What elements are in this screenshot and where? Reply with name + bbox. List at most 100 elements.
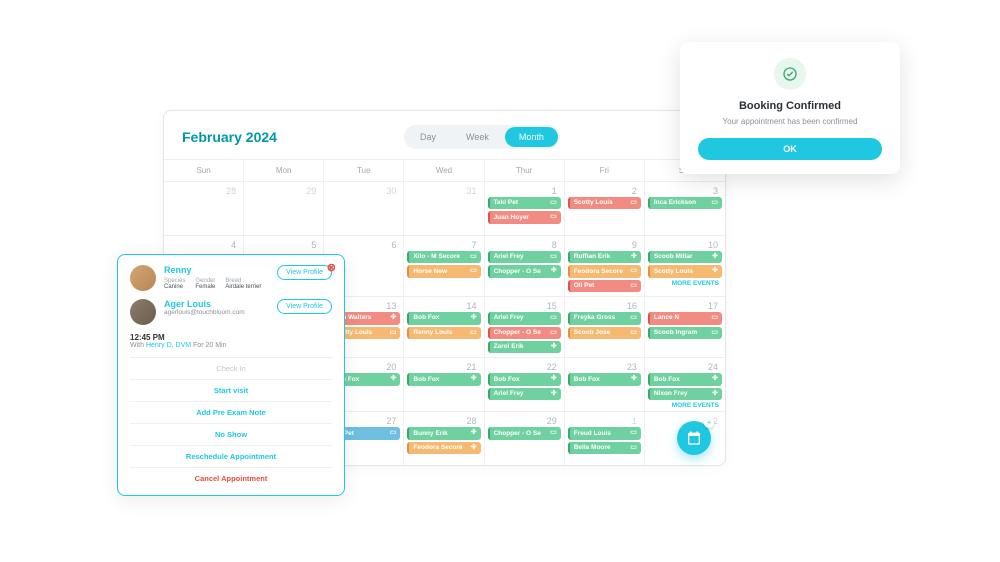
event-chip[interactable]: Chopper - O Se▭ xyxy=(488,327,561,339)
pet-row: Renny SpeciesCanine GenderFemale BreedAi… xyxy=(130,265,332,291)
event-chip[interactable]: Renny Louis▭ xyxy=(407,327,480,339)
event-chip[interactable]: Ariel Frey▭ xyxy=(488,251,561,263)
view-day[interactable]: Day xyxy=(406,127,450,147)
event-chip[interactable]: Scoob Millar✚ xyxy=(648,251,722,263)
day-number: 24 xyxy=(648,360,722,373)
event-chip[interactable]: Nixon Frey✚ xyxy=(648,388,722,400)
event-chip[interactable]: Freud Louis▭ xyxy=(568,427,641,439)
day-number: 31 xyxy=(407,184,480,197)
calendar-cell[interactable]: 1Taki Pet▭ Juan Hoyer▭ xyxy=(485,181,565,235)
day-number: 29 xyxy=(488,414,561,427)
view-month[interactable]: Month xyxy=(505,127,558,147)
day-number: 1 xyxy=(568,414,641,427)
day-number: 6 xyxy=(327,238,400,251)
calendar-cell[interactable]: 17Lance N▭Scoob Ingram▭ xyxy=(645,296,725,357)
day-number: 5 xyxy=(247,238,320,251)
calendar-cell[interactable]: 29Chopper - O Se▭ xyxy=(485,411,565,465)
event-chip[interactable]: Bob Fox✚ xyxy=(488,373,561,385)
ok-button[interactable]: OK xyxy=(698,138,882,160)
calendar-cell[interactable]: 30 xyxy=(324,181,404,235)
event-chip[interactable]: Scoob Jose▭ xyxy=(568,327,641,339)
calendar-cell[interactable]: 9Ruffian Erik✚Feodora Secore▭Oli Pet▭ xyxy=(565,235,645,296)
calendar-cell[interactable]: 15Ariel Frey▭ Chopper - O Se▭ Zarol Erik✚ xyxy=(485,296,565,357)
calendar-cell[interactable]: 16Freyka Gross▭ Scoob Jose▭ xyxy=(565,296,645,357)
event-chip[interactable]: Bob Fox✚ xyxy=(407,312,480,324)
calendar-cell[interactable]: 31 xyxy=(404,181,484,235)
avatar xyxy=(130,265,156,291)
preexam-action[interactable]: Add Pre Exam Note xyxy=(130,402,332,424)
event-chip[interactable]: Scoob Ingram▭ xyxy=(648,327,722,339)
event-chip[interactable]: Taki Pet▭ xyxy=(488,197,561,209)
event-chip[interactable]: Freyka Gross▭ xyxy=(568,312,641,324)
day-number: 4 xyxy=(167,238,240,251)
event-chip[interactable]: Bunny Erik✚ xyxy=(407,427,480,439)
day-number: 23 xyxy=(568,360,641,373)
day-number: 16 xyxy=(568,299,641,312)
checkin-action[interactable]: Check In xyxy=(130,358,332,380)
event-chip[interactable]: Lance N▭ xyxy=(648,312,722,324)
day-number: 1 xyxy=(488,184,561,197)
event-chip[interactable]: Juan Hoyer▭ xyxy=(488,211,561,223)
calendar-cell[interactable]: 7Xilo - M Secore▭ Horse New▭ xyxy=(404,235,484,296)
event-chip[interactable]: Chopper - O Se✚ xyxy=(488,265,561,277)
event-chip[interactable]: Bob Fox✚ xyxy=(407,373,480,385)
day-number: 21 xyxy=(407,360,480,373)
cancel-action[interactable]: Cancel Appointment xyxy=(130,468,332,489)
calendar-cell[interactable]: 2Scotty Louis▭ xyxy=(565,181,645,235)
event-chip[interactable]: Bob Fox✚ xyxy=(568,373,641,385)
calendar-cell[interactable]: 29 xyxy=(244,181,324,235)
view-toggle: Day Week Month xyxy=(404,125,560,149)
calendar-cell[interactable]: 21Bob Fox✚ xyxy=(404,357,484,411)
day-number: 2 xyxy=(568,184,641,197)
day-number: 7 xyxy=(407,238,480,251)
check-icon xyxy=(774,58,806,90)
view-profile-button[interactable]: View Profile xyxy=(277,265,332,280)
event-chip[interactable]: Scotty Louis✚ xyxy=(648,265,722,277)
more-events-link[interactable]: MORE EVENTS xyxy=(648,402,722,409)
day-number: 14 xyxy=(407,299,480,312)
calendar-cell[interactable]: 3Inca Erickson▭ xyxy=(645,181,725,235)
event-chip[interactable]: Zarol Erik✚ xyxy=(488,341,561,353)
weekday: Mon xyxy=(244,160,324,181)
event-chip[interactable]: Ruffian Erik✚ xyxy=(568,251,641,263)
calendar-cell[interactable]: 10Scoob Millar✚ Scotty Louis✚ MORE EVENTS xyxy=(645,235,725,296)
event-chip[interactable]: Oli Pet▭ xyxy=(568,280,641,292)
day-number: 30 xyxy=(327,184,400,197)
noshow-action[interactable]: No Show xyxy=(130,424,332,446)
calendar-cell[interactable]: 22Bob Fox✚ Ariel Frey✚ xyxy=(485,357,565,411)
event-chip[interactable]: Inca Erickson▭ xyxy=(648,197,722,209)
calendar-cell[interactable]: 14Bob Fox✚ Renny Louis▭ xyxy=(404,296,484,357)
calendar-cell[interactable]: 28 xyxy=(164,181,244,235)
calendar-cell[interactable]: 24Bob Fox✚ Nixon Frey✚ MORE EVENTS xyxy=(645,357,725,411)
close-icon[interactable]: ⊗ xyxy=(327,261,336,274)
event-chip[interactable]: Feodora Secore▭ xyxy=(568,265,641,277)
event-chip[interactable]: Bella Moore▭ xyxy=(568,442,641,454)
event-chip[interactable]: Chopper - O Se▭ xyxy=(488,427,561,439)
calendar-cell[interactable]: 8Ariel Frey▭Chopper - O Se✚ xyxy=(485,235,565,296)
event-chip[interactable]: Feodora Secore✚ xyxy=(407,442,480,454)
day-number: 15 xyxy=(488,299,561,312)
event-chip[interactable]: Scotty Louis▭ xyxy=(568,197,641,209)
confirm-modal: Booking Confirmed Your appointment has b… xyxy=(680,42,900,174)
day-number: 28 xyxy=(167,184,240,197)
event-chip[interactable]: Bob Fox✚ xyxy=(648,373,722,385)
owner-name: Ager Louis xyxy=(164,299,269,309)
start-visit-action[interactable]: Start visit xyxy=(130,380,332,402)
event-chip[interactable]: Horse New▭ xyxy=(407,265,480,277)
view-profile-button[interactable]: View Profile xyxy=(277,299,332,314)
pet-name: Renny xyxy=(164,265,269,275)
confirm-title: Booking Confirmed xyxy=(698,100,882,112)
calendar-cell[interactable]: 28Bunny Erik✚Feodora Secore✚ xyxy=(404,411,484,465)
event-chip[interactable]: Xilo - M Secore▭ xyxy=(407,251,480,263)
day-number: 10 xyxy=(648,238,722,251)
calendar-cell[interactable]: 23Bob Fox✚ xyxy=(565,357,645,411)
calendar-cell[interactable]: 1Freud Louis▭ Bella Moore▭ xyxy=(565,411,645,465)
view-week[interactable]: Week xyxy=(452,127,503,147)
weekday-row: SunMonTueWedThurFriSat xyxy=(164,159,725,181)
more-events-link[interactable]: MORE EVENTS xyxy=(648,280,722,287)
avatar xyxy=(130,299,156,325)
event-chip[interactable]: Ariel Frey✚ xyxy=(488,388,561,400)
event-chip[interactable]: Ariel Frey▭ xyxy=(488,312,561,324)
day-number: 22 xyxy=(488,360,561,373)
reschedule-action[interactable]: Reschedule Appointment xyxy=(130,446,332,468)
